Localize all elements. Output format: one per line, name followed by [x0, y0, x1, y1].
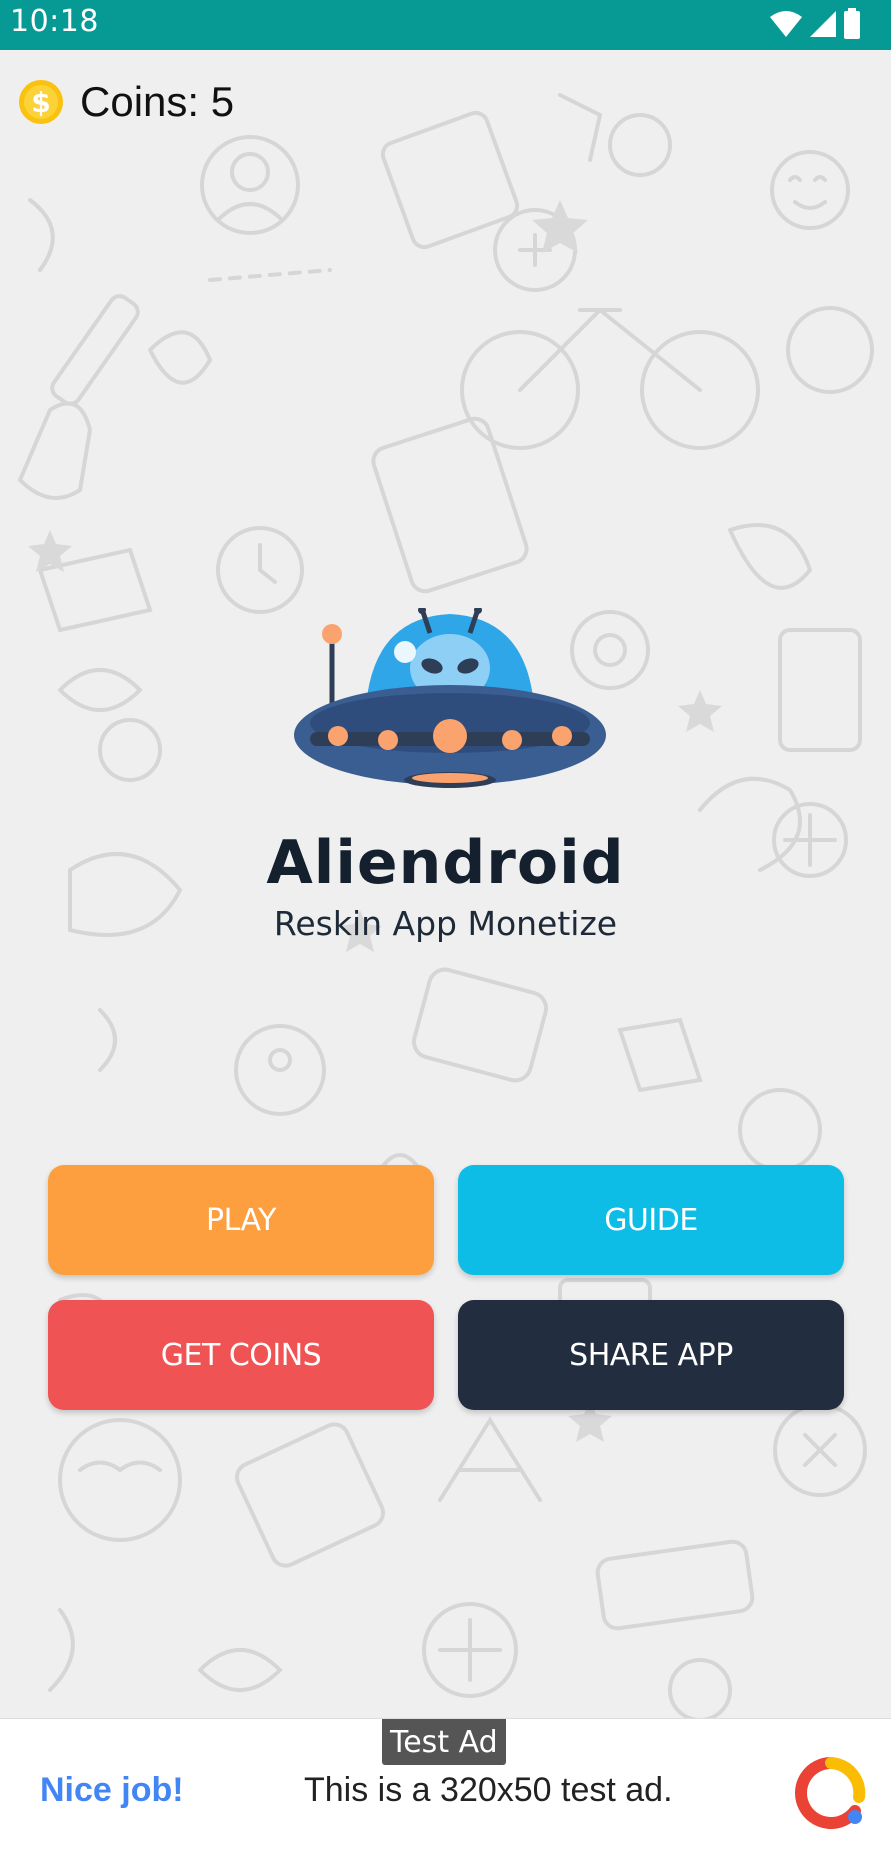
dollar-coin-icon: $: [19, 80, 63, 124]
coins-label: Coins: 5: [80, 78, 235, 125]
status-time: 10:18: [10, 4, 99, 39]
status-bar: 10:18: [0, 0, 891, 50]
brand-title: Aliendroid: [266, 828, 625, 898]
brand-subtitle: Reskin App Monetize: [273, 904, 618, 943]
ad-headline[interactable]: Nice job!: [40, 1771, 184, 1810]
ad-banner[interactable]: Test Ad Nice job! This is a 320x50 test …: [0, 1718, 891, 1856]
wifi-icon: [770, 11, 802, 37]
guide-button[interactable]: GUIDE: [458, 1165, 844, 1275]
status-icons: [769, 8, 861, 40]
battery-icon: [844, 8, 860, 39]
get-coins-button[interactable]: GET COINS: [48, 1300, 434, 1410]
svg-text:$: $: [31, 86, 50, 119]
ad-text[interactable]: This is a 320x50 test ad.: [304, 1771, 673, 1810]
share-app-button[interactable]: SHARE APP: [458, 1300, 844, 1410]
play-button[interactable]: PLAY: [48, 1165, 434, 1275]
ufo-logo-icon: [294, 608, 606, 788]
signal-icon: [810, 11, 836, 37]
coins-counter: $ Coins: 5: [18, 78, 234, 126]
test-ad-badge: Test Ad: [382, 1719, 506, 1765]
admob-logo-icon: [795, 1757, 866, 1829]
